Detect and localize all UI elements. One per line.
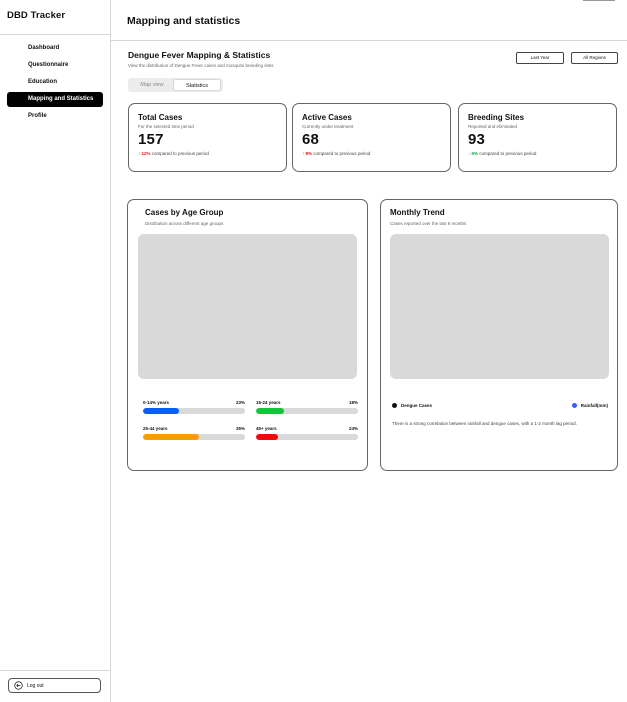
- legend-item-dengue-cases: Dengue Cases: [392, 403, 432, 408]
- age-group-bar-fill: [256, 434, 279, 440]
- trend-chart-placeholder: [390, 234, 609, 379]
- stat-subtitle: For the selected time period: [138, 124, 194, 129]
- stat-title: Total Cases: [138, 113, 183, 122]
- stat-title: Active Cases: [302, 113, 352, 122]
- age-group-bar-fill: [256, 408, 284, 414]
- stat-card-breeding-sites: Breeding Sites Reported and eliminated 9…: [458, 103, 617, 172]
- age-group-label: 0-14% years: [143, 400, 170, 405]
- stat-value: 157: [138, 131, 164, 148]
- age-group-value: 35%: [235, 426, 245, 431]
- section-title: Dengue Fever Mapping & Statistics: [128, 50, 271, 60]
- stat-change: ↓ 5% compared to previous period: [468, 151, 607, 156]
- age-group-value: 23%: [235, 400, 245, 405]
- sidebar-nav: Dashboard Questionnaire Education Mappin…: [7, 41, 103, 126]
- stat-change-percent: 12%: [141, 151, 151, 156]
- sidebar-item-education[interactable]: Education: [7, 75, 103, 90]
- age-group-label: 25-44 years: [143, 426, 168, 431]
- stat-change-text: compared to previous period: [151, 151, 209, 156]
- age-group-bar-track: [143, 408, 245, 414]
- arrow-down-icon: ↓: [468, 151, 471, 156]
- sidebar: DBD Tracker Dashboard Questionnaire Educ…: [0, 0, 111, 702]
- age-group-label: 45+ years: [256, 426, 277, 431]
- stat-change: ↑ 12% compared to previous period: [138, 151, 277, 156]
- arrow-up-icon: ↑: [302, 151, 305, 156]
- sidebar-bottom-divider: [0, 670, 110, 671]
- legend-dot: [392, 403, 397, 408]
- age-group-value: 18%: [348, 400, 358, 405]
- sidebar-divider: [0, 34, 110, 35]
- logout-button[interactable]: Log out: [8, 678, 101, 693]
- age-group-panel: Cases by Age Group Distribution across d…: [127, 199, 368, 471]
- age-group-item: 45+ years 24%: [256, 426, 358, 440]
- region-filter-button[interactable]: All Regions: [571, 52, 618, 64]
- age-group-item: 0-14% years 23%: [143, 400, 245, 414]
- legend-label: Rainfall(mm): [580, 403, 608, 408]
- legend-dot: [571, 403, 577, 408]
- header-accent-line: [583, 0, 615, 1]
- tab-map-view[interactable]: Map view: [131, 79, 173, 91]
- panel-title: Cases by Age Group: [145, 208, 224, 217]
- panel-title: Monthly Trend: [390, 208, 445, 217]
- monthly-trend-panel: Monthly Trend Cases reported over the la…: [380, 199, 618, 471]
- age-group-bar-fill: [143, 408, 179, 414]
- view-tabs: Map view Statistics: [128, 78, 223, 92]
- sidebar-item-questionnaire[interactable]: Questionnaire: [7, 58, 103, 73]
- sidebar-item-dashboard[interactable]: Dashboard: [7, 41, 103, 56]
- stat-subtitle: Reported and eliminated: [468, 124, 518, 129]
- age-group-bar-track: [143, 434, 245, 440]
- stat-card-total-cases: Total Cases For the selected time period…: [128, 103, 287, 172]
- legend-item-rainfall: Rainfall(mm): [571, 403, 608, 408]
- stat-change-text: compared to previous period: [479, 151, 537, 156]
- stat-subtitle: Currently under treatment: [302, 124, 354, 129]
- age-group-item: 25-44 years 35%: [143, 426, 245, 440]
- page-title: Mapping and statistics: [127, 15, 241, 27]
- age-chart-placeholder: [138, 234, 357, 379]
- stat-value: 68: [302, 131, 320, 148]
- stat-change-percent: 8%: [305, 151, 313, 156]
- age-group-label: 15-24 years: [256, 400, 281, 405]
- app-brand: DBD Tracker: [7, 10, 66, 21]
- age-group-value: 24%: [348, 426, 358, 431]
- stat-card-active-cases: Active Cases Currently under treatment 6…: [292, 103, 451, 172]
- stat-change-text: compared to previous period: [313, 151, 371, 156]
- trend-note: There is a strong correlation between ra…: [392, 421, 577, 426]
- stat-title: Breeding Sites: [468, 113, 525, 122]
- age-group-bar-track: [256, 408, 358, 414]
- period-filter-button[interactable]: Last Year: [516, 52, 564, 64]
- sidebar-item-mapping-and-statistics[interactable]: Mapping and Statistics: [7, 92, 103, 107]
- tab-statistics[interactable]: Statistics: [173, 79, 221, 91]
- sidebar-item-profile[interactable]: Profile: [7, 109, 103, 124]
- stat-change-percent: 5%: [471, 151, 479, 156]
- panel-subtitle: Cases reported over the last 6 months: [390, 221, 467, 226]
- age-group-bar-track: [256, 434, 358, 440]
- section-subtitle: View the distribution of Dengue Fever ca…: [128, 63, 274, 68]
- page-header: Mapping and statistics: [111, 0, 627, 41]
- logout-icon: [14, 681, 23, 690]
- legend-label: Dengue Cases: [401, 403, 433, 408]
- age-group-bar-fill: [143, 434, 200, 440]
- logout-label: Log out: [27, 682, 44, 689]
- stat-change: ↑ 8% compared to previous period: [302, 151, 441, 156]
- arrow-up-icon: ↑: [138, 151, 141, 156]
- panel-subtitle: Distribution across different age groups: [145, 221, 224, 226]
- stat-value: 93: [468, 131, 486, 148]
- age-group-item: 15-24 years 18%: [256, 400, 358, 414]
